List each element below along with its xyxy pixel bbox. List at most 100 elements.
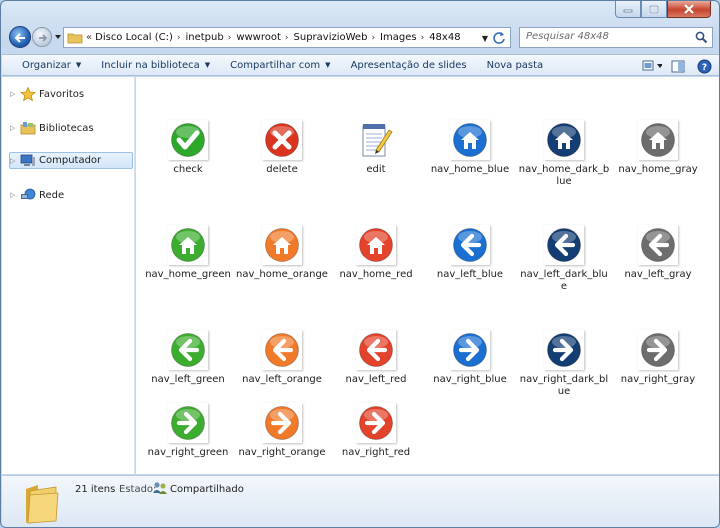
file-name: nav_right_green <box>147 447 229 458</box>
recent-pages-icon[interactable] <box>54 33 62 41</box>
slideshow-button[interactable]: Apresentação de slides <box>341 55 477 75</box>
nav-item-favoritos[interactable]: ▷ Favoritos <box>10 86 84 102</box>
back-button[interactable] <box>9 26 31 48</box>
chevron-right-icon[interactable]: › <box>285 33 289 43</box>
file-name: nav_left_green <box>151 374 225 385</box>
help-button[interactable]: ? <box>694 56 714 76</box>
breadcrumb-wwwroot[interactable]: wwwroot <box>236 32 281 43</box>
file-item-nav-home-gray[interactable]: nav_home_gray <box>612 120 704 176</box>
arrow-right-icon <box>641 333 675 367</box>
change-view-button[interactable] <box>642 56 662 76</box>
explorer-window: « Disco Local (C:) › inetpub › wwwroot › Su… <box>0 0 720 528</box>
file-item-nav-home-green[interactable]: nav_home_green <box>142 225 234 281</box>
file-item-nav-right-gray[interactable]: nav_right_gray <box>612 330 704 386</box>
breadcrumb-supravizioweb[interactable]: SupravizioWeb <box>294 32 368 43</box>
file-name: nav_home_red <box>339 269 413 280</box>
arrow-left-icon <box>453 228 487 262</box>
arrow-left-icon <box>641 228 675 262</box>
file-item-nav-right-red[interactable]: nav_right_red <box>330 403 422 459</box>
state-label: Estado: <box>119 484 157 495</box>
refresh-icon[interactable] <box>491 30 507 46</box>
file-item-delete[interactable]: delete <box>236 120 328 176</box>
command-bar: Organizar ▼ Incluir na biblioteca ▼ Compar… <box>2 54 719 76</box>
expand-arrow-icon[interactable]: ▷ <box>10 157 20 165</box>
computer-icon <box>20 154 35 166</box>
chevron-right-icon[interactable]: › <box>177 33 181 43</box>
expand-arrow-icon[interactable]: ▷ <box>10 90 20 98</box>
file-item-nav-right-orange[interactable]: nav_right_orange <box>236 403 328 459</box>
file-item-nav-right-dark-blue[interactable]: nav_right_dark_blue <box>518 330 610 398</box>
breadcrumb-disco-local[interactable]: Disco Local (C:) <box>95 32 173 43</box>
search-input[interactable] <box>526 31 686 42</box>
libraries-icon <box>20 122 36 135</box>
state-value: Compartilhado <box>170 484 244 495</box>
breadcrumb-overflow-icon[interactable]: « <box>86 32 92 43</box>
star-icon <box>20 87 36 101</box>
minimize-button[interactable] <box>615 1 641 18</box>
file-name: nav_home_gray <box>618 164 698 175</box>
file-name: nav_left_red <box>345 374 407 385</box>
maximize-button[interactable] <box>641 1 667 18</box>
nav-item-bibliotecas[interactable]: ▷ Bibliotecas <box>10 120 94 136</box>
home-icon <box>359 228 393 262</box>
delete-icon <box>265 123 299 157</box>
file-item-nav-right-green[interactable]: nav_right_green <box>142 403 234 459</box>
file-item-nav-home-red[interactable]: nav_home_red <box>330 225 422 281</box>
file-name: delete <box>266 164 298 175</box>
file-item-edit[interactable]: edit <box>330 120 422 176</box>
share-with-button[interactable]: Compartilhar com ▼ <box>220 55 340 75</box>
forward-button[interactable] <box>32 27 52 47</box>
icon-tile <box>262 225 302 265</box>
file-item-nav-left-blue[interactable]: nav_left_blue <box>424 225 516 281</box>
file-item-nav-left-orange[interactable]: nav_left_orange <box>236 330 328 386</box>
nav-item-computador[interactable]: ▷ Computador <box>9 152 133 169</box>
file-name: nav_left_orange <box>242 374 322 385</box>
file-item-nav-home-dark-blue[interactable]: nav_home_dark_blue <box>518 120 610 188</box>
new-folder-button[interactable]: Nova pasta <box>477 55 554 75</box>
file-item-check[interactable]: check <box>142 120 234 176</box>
file-item-nav-left-gray[interactable]: nav_left_gray <box>612 225 704 281</box>
breadcrumb-images[interactable]: Images <box>380 32 417 43</box>
file-item-nav-left-red[interactable]: nav_left_red <box>330 330 422 386</box>
address-dropdown-icon[interactable]: ▼ <box>482 34 488 43</box>
arrow-left-icon <box>547 228 581 262</box>
expand-arrow-icon[interactable]: ▷ <box>10 124 20 132</box>
svg-text:?: ? <box>701 63 706 73</box>
chevron-right-icon[interactable]: › <box>421 33 425 43</box>
icon-tile <box>168 403 208 443</box>
toolbar-right-group: ? <box>636 56 714 76</box>
chevron-right-icon[interactable]: › <box>228 33 232 43</box>
file-item-nav-home-orange[interactable]: nav_home_orange <box>236 225 328 281</box>
icon-tile <box>168 120 208 160</box>
icon-tile <box>450 120 490 160</box>
file-item-nav-home-blue[interactable]: nav_home_blue <box>424 120 516 176</box>
nav-item-rede[interactable]: ▷ Rede <box>10 187 64 203</box>
organize-button[interactable]: Organizar ▼ <box>2 55 91 75</box>
file-name: nav_right_orange <box>238 447 326 458</box>
arrow-right-icon <box>547 333 581 367</box>
breadcrumb-inetpub[interactable]: inetpub <box>185 32 223 43</box>
search-icon[interactable] <box>695 31 708 44</box>
view-icon <box>642 60 662 71</box>
breadcrumb-48x48[interactable]: 48x48 <box>429 32 460 43</box>
home-icon <box>265 228 299 262</box>
organize-label: Organizar <box>22 59 71 71</box>
address-bar[interactable]: « Disco Local (C:) › inetpub › wwwroot › Su… <box>63 27 511 48</box>
icon-tile <box>638 225 678 265</box>
search-box <box>519 27 713 48</box>
close-button[interactable] <box>667 1 711 18</box>
chevron-right-icon[interactable]: › <box>371 33 375 43</box>
minimize-icon <box>623 9 633 13</box>
file-item-nav-right-blue[interactable]: nav_right_blue <box>424 330 516 386</box>
file-item-nav-left-dark-blue[interactable]: nav_left_dark_blue <box>518 225 610 293</box>
include-library-button[interactable]: Incluir na biblioteca ▼ <box>91 55 220 75</box>
icon-tile <box>638 120 678 160</box>
file-name: nav_left_blue <box>436 269 504 280</box>
home-icon <box>547 123 581 157</box>
preview-pane-button[interactable] <box>668 56 688 76</box>
expand-arrow-icon[interactable]: ▷ <box>10 191 20 199</box>
maximize-icon <box>649 4 659 14</box>
close-icon <box>684 4 694 14</box>
include-library-label: Incluir na biblioteca <box>101 59 200 71</box>
file-item-nav-left-green[interactable]: nav_left_green <box>142 330 234 386</box>
